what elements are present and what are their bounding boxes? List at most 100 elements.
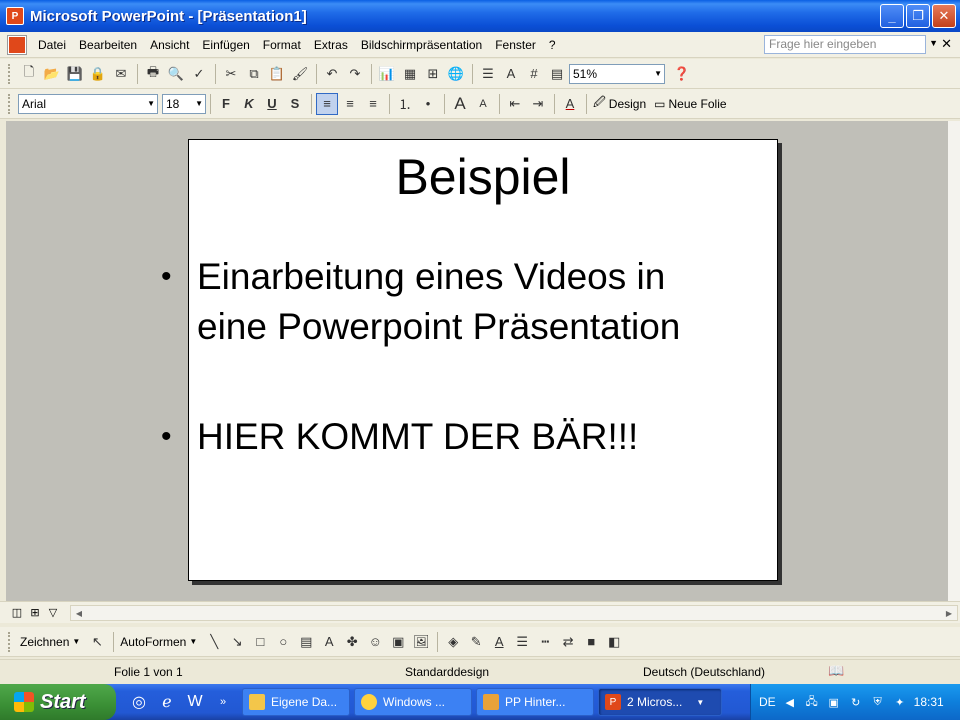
- tables-borders-icon[interactable]: ⊞: [422, 63, 444, 85]
- slide-title[interactable]: Beispiel: [189, 148, 777, 206]
- font-select[interactable]: Arial ▼: [18, 93, 158, 114]
- minimize-button[interactable]: _: [880, 4, 904, 28]
- textbox-icon[interactable]: ▤: [295, 631, 317, 653]
- picture-icon[interactable]: ▣: [387, 631, 409, 653]
- line-color-icon[interactable]: ✎: [465, 631, 487, 653]
- task-pp-hinter[interactable]: PP Hinter...: [476, 688, 594, 716]
- menu-fenster[interactable]: Fenster: [495, 38, 536, 52]
- select-objects-icon[interactable]: ↖: [86, 631, 108, 653]
- toolbar-grip[interactable]: [8, 631, 12, 652]
- menu-einfuegen[interactable]: Einfügen: [202, 38, 249, 52]
- line-icon[interactable]: ╲: [203, 631, 225, 653]
- menu-help[interactable]: ?: [549, 38, 556, 52]
- print-icon[interactable]: 🖶: [142, 63, 164, 85]
- slideshow-icon[interactable]: ▽: [44, 604, 62, 622]
- monitor-icon[interactable]: ▣: [826, 694, 842, 710]
- show-formatting-icon[interactable]: A: [500, 63, 522, 85]
- design-button[interactable]: 🖉 Design: [593, 93, 646, 114]
- task-windows[interactable]: Windows ...: [354, 688, 472, 716]
- browser-icon[interactable]: ◎: [128, 691, 150, 713]
- document-close-icon[interactable]: ✕: [941, 36, 952, 52]
- align-center-icon[interactable]: ≡: [339, 93, 361, 115]
- scroll-right-icon[interactable]: ▶: [941, 606, 957, 620]
- insert-table-icon[interactable]: ▦: [399, 63, 421, 85]
- bullet-item[interactable]: • HIER KOMMT DER BÄR!!!: [161, 412, 741, 462]
- autoshapes-button[interactable]: AutoFormen ▼: [120, 635, 197, 649]
- menu-bildschirmpraesentation[interactable]: Bildschirmpräsentation: [361, 38, 482, 52]
- increase-font-icon[interactable]: A: [449, 93, 471, 115]
- menu-bearbeiten[interactable]: Bearbeiten: [79, 38, 137, 52]
- close-button[interactable]: ✕: [932, 4, 956, 28]
- rectangle-icon[interactable]: □: [249, 631, 271, 653]
- hyperlink-icon[interactable]: 🌐: [445, 63, 467, 85]
- arrow-icon[interactable]: ↘: [226, 631, 248, 653]
- fill-color-icon[interactable]: ◈: [442, 631, 464, 653]
- align-left-icon[interactable]: ≡: [316, 92, 338, 115]
- toolbar-grip[interactable]: [8, 93, 12, 114]
- cut-icon[interactable]: ✂: [220, 63, 242, 85]
- task-microsoft[interactable]: P 2 Micros... ▼: [598, 688, 722, 716]
- tray-arrow-icon[interactable]: ◀: [782, 694, 798, 710]
- spelling-status-icon[interactable]: 📖: [828, 663, 844, 679]
- expand-all-icon[interactable]: ☰: [477, 63, 499, 85]
- menu-datei[interactable]: Datei: [38, 38, 66, 52]
- scroll-left-icon[interactable]: ◀: [71, 606, 87, 620]
- toolbar-grip[interactable]: [8, 63, 12, 84]
- dash-style-icon[interactable]: ┅: [534, 631, 556, 653]
- format-painter-icon[interactable]: 🖌: [289, 63, 311, 85]
- sync-icon[interactable]: ↻: [848, 694, 864, 710]
- antivirus-icon[interactable]: ✦: [892, 694, 908, 710]
- zoom-select[interactable]: 51% ▼: [569, 63, 665, 84]
- help-dropdown-icon[interactable]: ▼: [929, 38, 938, 48]
- draw-menu-button[interactable]: Zeichnen ▼: [20, 635, 80, 649]
- diagram-icon[interactable]: ✤: [341, 631, 363, 653]
- menu-ansicht[interactable]: Ansicht: [150, 38, 189, 52]
- shadow-style-icon[interactable]: ■: [580, 631, 602, 653]
- 3d-style-icon[interactable]: ◧: [603, 631, 625, 653]
- new-slide-button[interactable]: ▭ Neue Folie: [654, 97, 726, 111]
- print-preview-icon[interactable]: 🔍: [165, 63, 187, 85]
- undo-icon[interactable]: ↶: [321, 63, 343, 85]
- show-grid-icon[interactable]: #: [523, 63, 545, 85]
- bold-button[interactable]: F: [215, 93, 237, 115]
- redo-icon[interactable]: ↷: [344, 63, 366, 85]
- wordart-icon[interactable]: A: [318, 631, 340, 653]
- decrease-indent-icon[interactable]: ⇤: [504, 93, 526, 115]
- underline-button[interactable]: U: [261, 93, 283, 115]
- email-icon[interactable]: ✉: [110, 63, 132, 85]
- normal-view-icon[interactable]: ◫: [8, 604, 26, 622]
- help-icon[interactable]: ❓: [671, 63, 693, 85]
- maximize-button[interactable]: ❐: [906, 4, 930, 28]
- input-language[interactable]: DE: [759, 695, 776, 709]
- horizontal-scrollbar[interactable]: ◀ ▶: [70, 605, 958, 621]
- network-icon[interactable]: 🖧: [804, 694, 820, 710]
- arrow-style-icon[interactable]: ⇄: [557, 631, 579, 653]
- slide-body[interactable]: • Einarbeitung eines Videos in eine Powe…: [161, 252, 741, 522]
- document-icon[interactable]: [7, 34, 27, 55]
- internet-explorer-icon[interactable]: ℯ: [156, 691, 178, 713]
- font-color-icon[interactable]: A: [559, 93, 581, 115]
- more-icon[interactable]: »: [212, 691, 234, 713]
- task-eigene-dateien[interactable]: Eigene Da...: [242, 688, 350, 716]
- word-icon[interactable]: W: [184, 691, 206, 713]
- open-icon[interactable]: 📂: [41, 63, 63, 85]
- menu-extras[interactable]: Extras: [314, 38, 348, 52]
- decrease-font-icon[interactable]: A: [472, 93, 494, 115]
- save-icon[interactable]: 💾: [64, 63, 86, 85]
- help-search-input[interactable]: Frage hier eingeben: [764, 35, 926, 54]
- permission-icon[interactable]: 🔒: [87, 63, 109, 85]
- paste-icon[interactable]: 📋: [266, 63, 288, 85]
- security-icon[interactable]: ⛨: [870, 694, 886, 710]
- shadow-button[interactable]: S: [284, 93, 306, 115]
- start-button[interactable]: Start: [0, 684, 116, 720]
- font-size-select[interactable]: 18 ▼: [162, 93, 206, 114]
- bullet-item[interactable]: • Einarbeitung eines Videos in eine Powe…: [161, 252, 741, 352]
- powerpoint-app-icon[interactable]: P: [6, 7, 24, 25]
- insert-chart-icon[interactable]: 📊: [376, 63, 398, 85]
- line-style-icon[interactable]: ☰: [511, 631, 533, 653]
- draw-font-color-icon[interactable]: A: [488, 631, 510, 653]
- spelling-icon[interactable]: ✓: [188, 63, 210, 85]
- picture-file-icon[interactable]: 🖼: [410, 631, 432, 653]
- increase-indent-icon[interactable]: ⇥: [527, 93, 549, 115]
- copy-icon[interactable]: ⧉: [243, 63, 265, 85]
